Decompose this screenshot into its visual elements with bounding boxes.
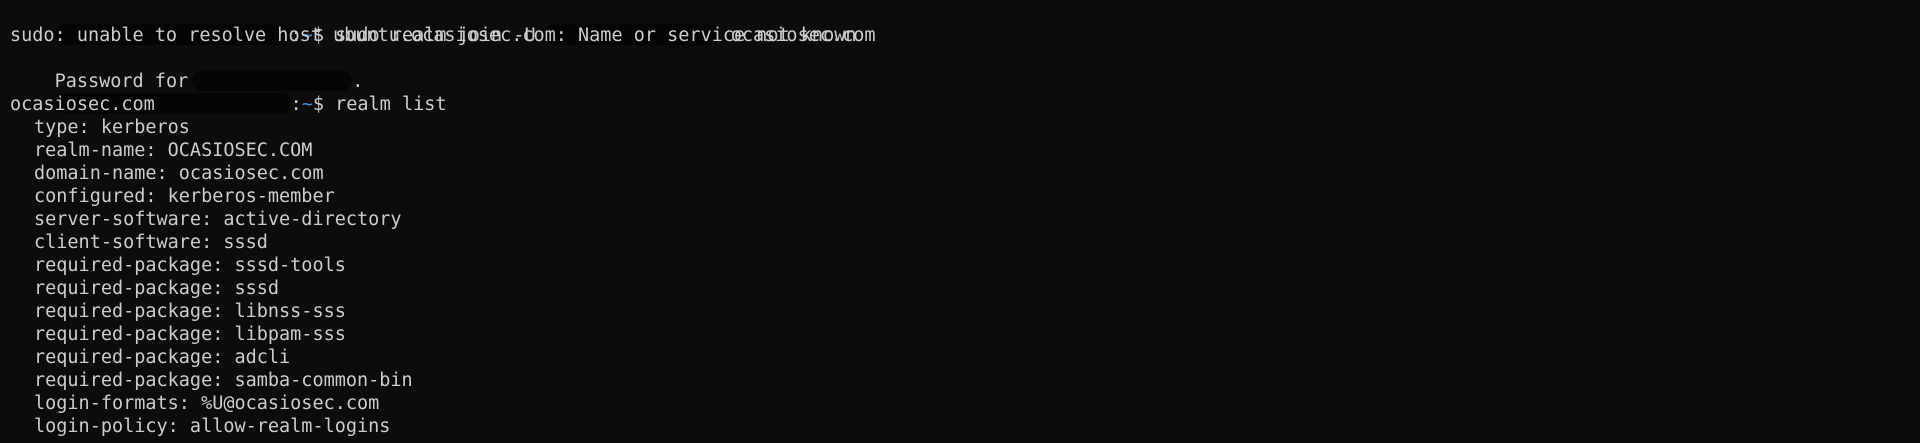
prompt-symbol: $ (312, 94, 324, 115)
realm-header: ocasiosec.com (10, 94, 155, 115)
realm-property: required-package: libnss-sss (34, 301, 346, 322)
realm-property: required-package: samba-common-bin (34, 370, 413, 391)
command-line-realm-join: :~$ sudo realm join -U ocasiosec.com (10, 1, 876, 46)
realm-property: domain-name: ocasiosec.com (34, 163, 324, 184)
realm-property: type: kerberos (34, 117, 190, 138)
realm-property: client-software: sssd (34, 232, 268, 253)
password-prompt-line: Password for. (10, 47, 363, 92)
terminal-window[interactable]: :~$ sudo realm join -U ocasiosec.com sud… (0, 0, 1920, 443)
realm-property: required-package: libpam-sss (34, 324, 346, 345)
realm-property: required-package: sssd (34, 278, 280, 299)
realm-property: required-package: sssd-tools (34, 255, 346, 276)
realm-property: server-software: active-directory (34, 209, 402, 230)
realm-property: realm-name: OCASIOSEC.COM (34, 140, 313, 161)
error-line: sudo: unable to resolve host ubuntu.ocas… (10, 25, 857, 46)
realm-property: login-policy: allow-realm-logins (34, 416, 391, 437)
realm-property: required-package: adcli (34, 347, 291, 368)
command-text: realm list (323, 94, 447, 115)
prompt-path: ~ (301, 94, 313, 115)
realm-property: login-formats: %U@ocasiosec.com (34, 393, 380, 414)
realm-property: configured: kerberos-member (34, 186, 335, 207)
command-line-realm-list: :~$ realm list (10, 70, 447, 115)
prompt-colon: : (290, 94, 302, 115)
